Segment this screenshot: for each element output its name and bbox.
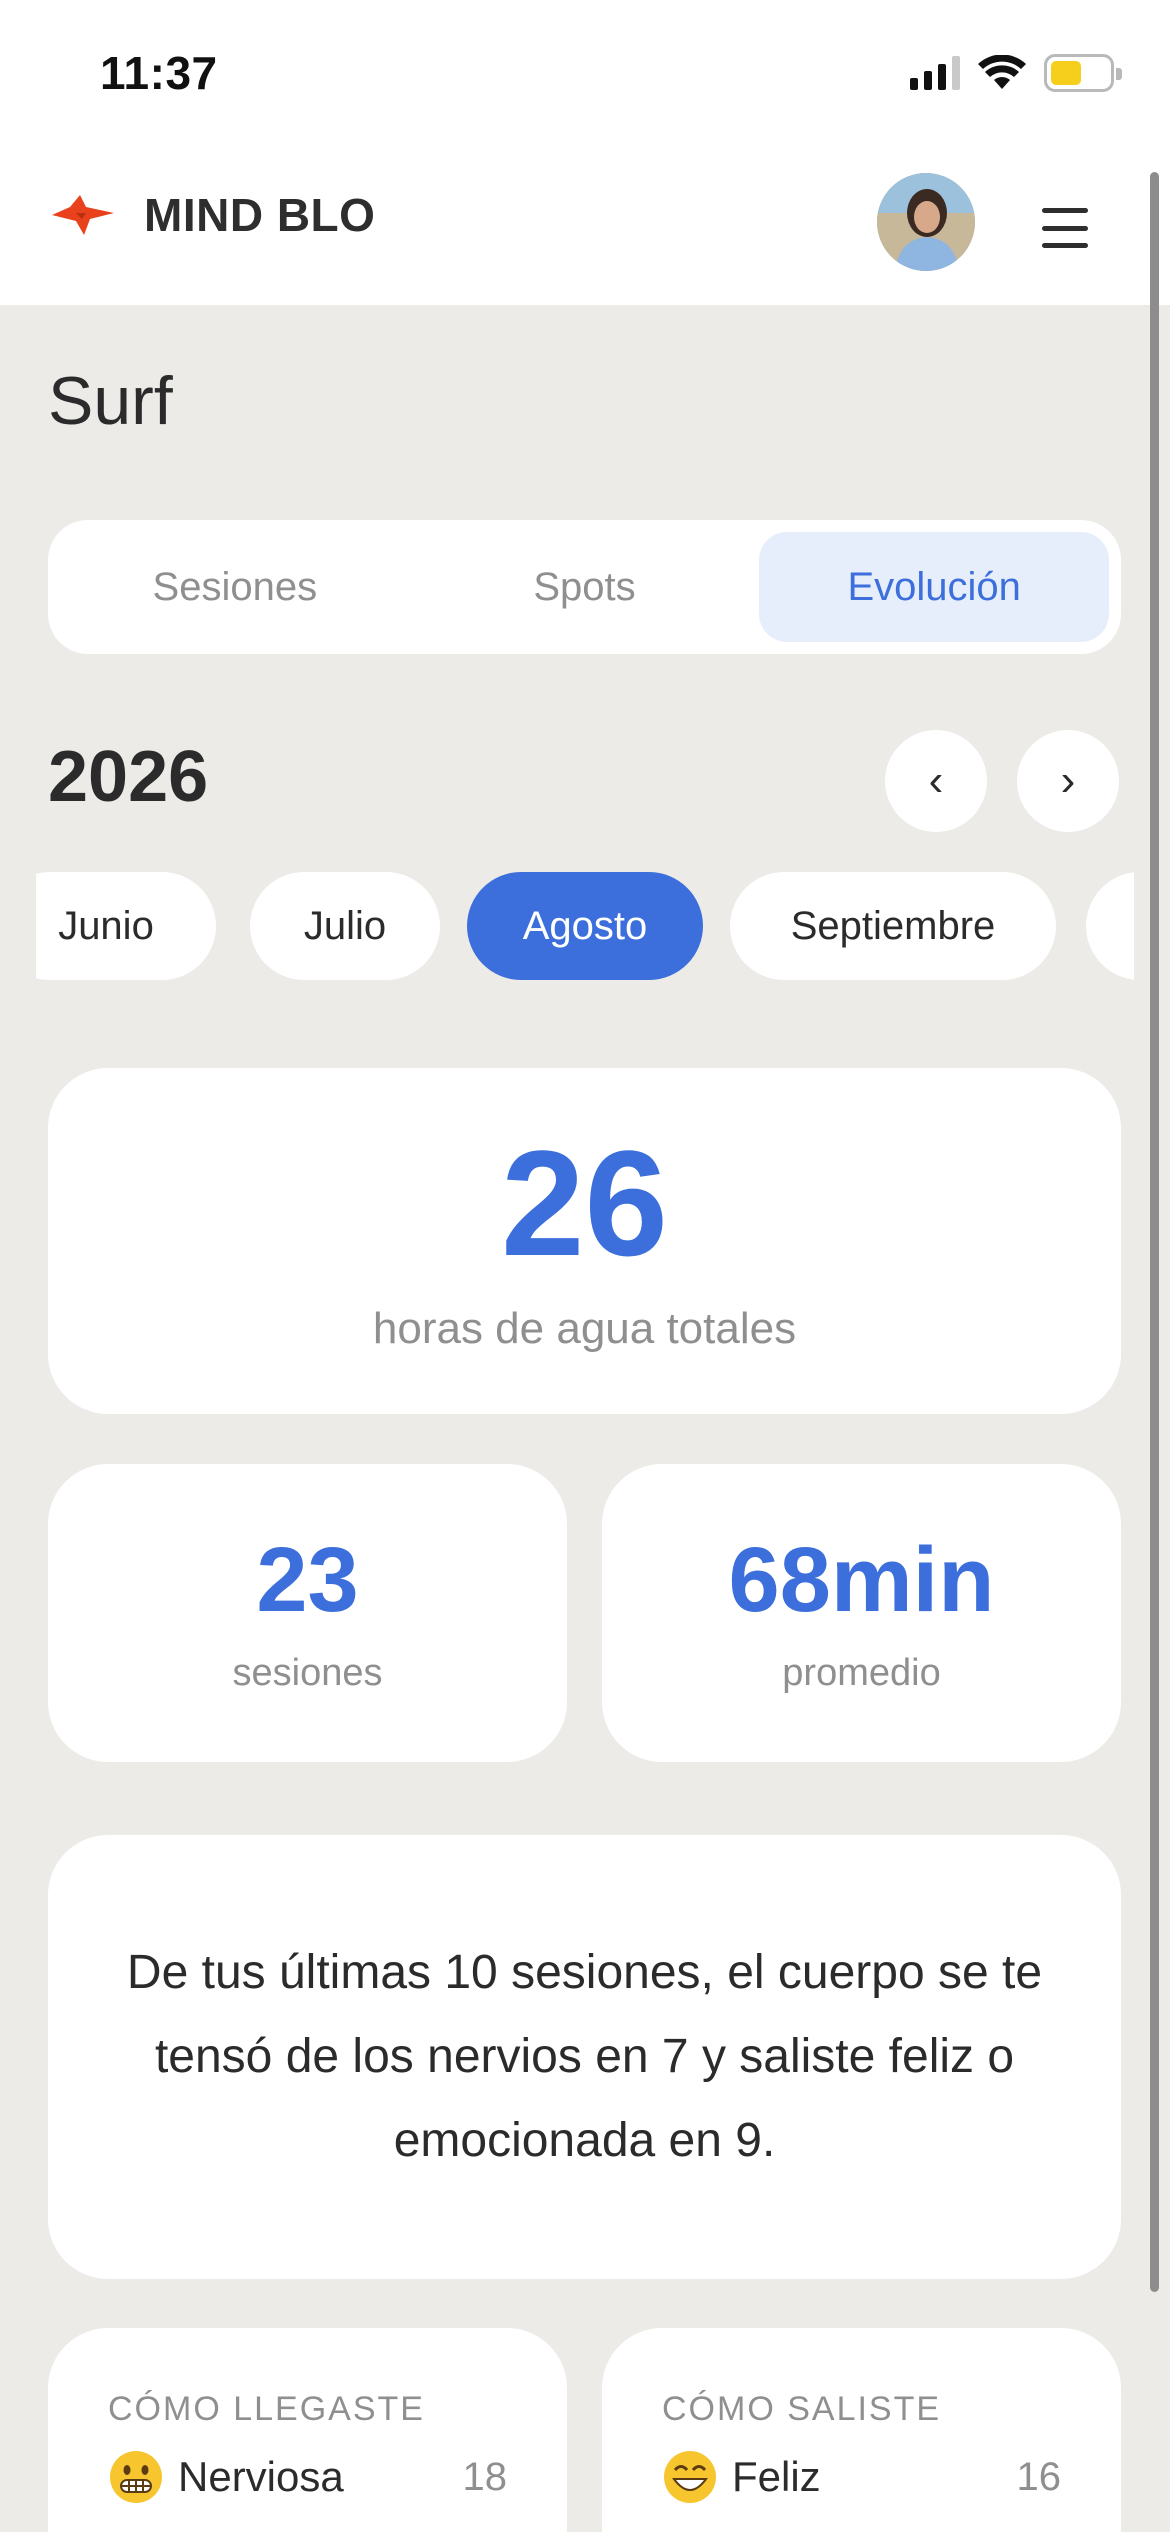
mood-in-row: Nerviosa 18 (108, 2449, 507, 2505)
mood-in-title: CÓMO LLEGASTE (108, 2390, 425, 2428)
average-label: promedio (782, 1652, 941, 1694)
month-chip-agosto[interactable]: Agosto (467, 872, 703, 980)
total-hours-label: horas de agua totales (372, 1304, 797, 1353)
scrollbar[interactable] (1150, 172, 1159, 2292)
status-time: 11:37 (100, 47, 218, 99)
brand-logo-icon (52, 195, 114, 235)
month-chip-junio[interactable]: Junio (36, 872, 216, 980)
mood-in-label: Nerviosa (178, 2453, 344, 2500)
sessions-value: 23 (256, 1529, 359, 1631)
year-label: 2026 (48, 737, 209, 817)
prev-year-button[interactable]: ‹ (885, 730, 987, 832)
app-header: 11:37 MIND BLO (0, 0, 1170, 305)
mood-in-card: CÓMO LLEGASTE Nerviosa 18 (48, 2328, 567, 2532)
month-chip-julio[interactable]: Julio (250, 872, 440, 980)
mood-out-label: Feliz (732, 2453, 821, 2500)
month-chip-next[interactable] (1086, 872, 1134, 980)
total-hours-value: 26 (501, 1119, 668, 1287)
brand-name: MIND BLO (144, 189, 376, 241)
mood-out-row: Feliz 16 (662, 2449, 1061, 2505)
mood-out-card: CÓMO SALISTE Feliz 16 (602, 2328, 1121, 2532)
average-value: 68min (728, 1529, 995, 1631)
page-title: Surf (48, 363, 173, 439)
month-selector: Junio Julio Agosto Septiembre (36, 872, 1134, 982)
total-hours-card: 26 horas de agua totales (48, 1068, 1121, 1414)
status-icons (910, 50, 1122, 96)
mood-out-title: CÓMO SALISTE (662, 2390, 942, 2428)
cellular-signal-icon (910, 56, 960, 90)
mood-out-count: 16 (1016, 2454, 1062, 2499)
mood-in-count: 18 (462, 2454, 508, 2499)
avatar-photo-icon (877, 173, 975, 271)
tab-sesiones[interactable]: Sesiones (60, 532, 410, 642)
average-card: 68min promedio (602, 1464, 1121, 1762)
avatar[interactable] (877, 173, 975, 271)
battery-icon (1044, 54, 1122, 92)
insight-card: De tus últimas 10 sesiones, el cuerpo se… (48, 1835, 1121, 2279)
tab-evolucion[interactable]: Evolución (759, 532, 1110, 642)
month-chip-septiembre[interactable]: Septiembre (730, 872, 1056, 980)
brand[interactable]: MIND BLO (50, 188, 375, 242)
wifi-icon (978, 55, 1026, 89)
grinning-face-icon (664, 2451, 716, 2503)
sessions-label: sesiones (232, 1652, 383, 1694)
sessions-card: 23 sesiones (48, 1464, 567, 1762)
tab-spots[interactable]: Spots (410, 532, 760, 642)
next-year-button[interactable]: › (1017, 730, 1119, 832)
segmented-tabs: Sesiones Spots Evolución (48, 520, 1121, 654)
grimacing-face-icon (110, 2451, 162, 2503)
menu-icon[interactable] (1042, 208, 1088, 248)
insight-text: De tus últimas 10 sesiones, el cuerpo se… (126, 1946, 1043, 2167)
